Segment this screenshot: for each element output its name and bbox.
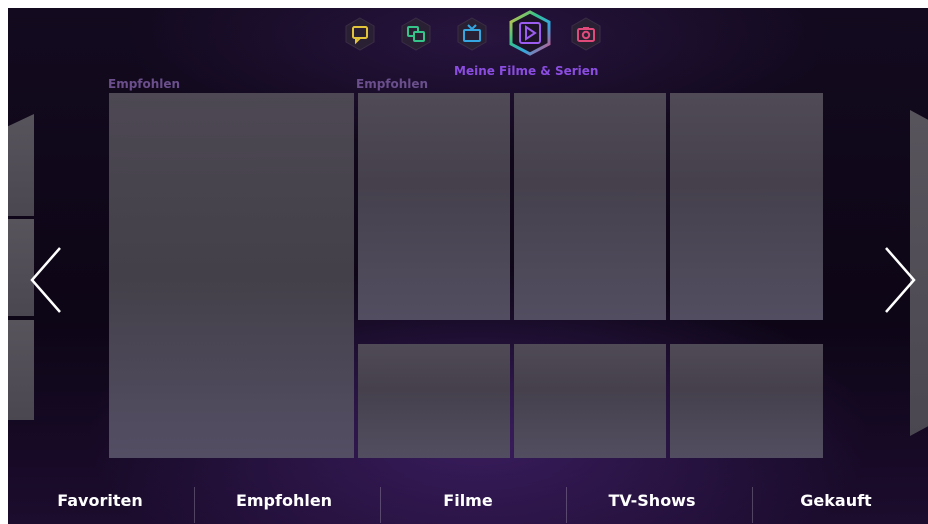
nav-divider (566, 487, 567, 523)
content-tile[interactable] (670, 93, 823, 320)
content-tile[interactable] (514, 93, 666, 320)
previous-arrow-icon[interactable] (22, 240, 72, 320)
nav-divider (752, 487, 753, 523)
content-tile-large[interactable] (109, 93, 354, 458)
next-arrow-icon[interactable] (874, 240, 924, 320)
previous-page-panel[interactable] (8, 114, 34, 216)
nav-divider (380, 487, 381, 523)
chat-icon[interactable] (343, 17, 377, 51)
selected-hub-label: Meine Filme & Serien (454, 64, 599, 78)
content-tile[interactable] (358, 93, 510, 320)
nav-item-filme[interactable]: Filme (376, 478, 560, 524)
nav-item-empfohlen[interactable]: Empfohlen (192, 478, 376, 524)
content-tile[interactable] (670, 344, 823, 458)
previous-page-panel[interactable] (8, 320, 34, 420)
play-icon[interactable] (507, 10, 553, 56)
camera-icon[interactable] (569, 17, 603, 51)
multiscreen-icon[interactable] (399, 17, 433, 51)
nav-divider (194, 487, 195, 523)
smart-hub-screen: Meine Filme & Serien Empfohlen Empfohlen… (8, 8, 928, 524)
bottom-navigation: Favoriten Empfohlen Filme TV-Shows Gekau… (8, 478, 928, 524)
tv-icon[interactable] (455, 17, 489, 51)
nav-item-favoriten[interactable]: Favoriten (8, 478, 192, 524)
section-label: Empfohlen (108, 77, 181, 91)
nav-item-tv-shows[interactable]: TV-Shows (560, 478, 744, 524)
content-tile[interactable] (514, 344, 666, 458)
nav-item-gekauft[interactable]: Gekauft (744, 478, 928, 524)
section-label: Empfohlen (356, 77, 429, 91)
content-tile[interactable] (358, 344, 510, 458)
